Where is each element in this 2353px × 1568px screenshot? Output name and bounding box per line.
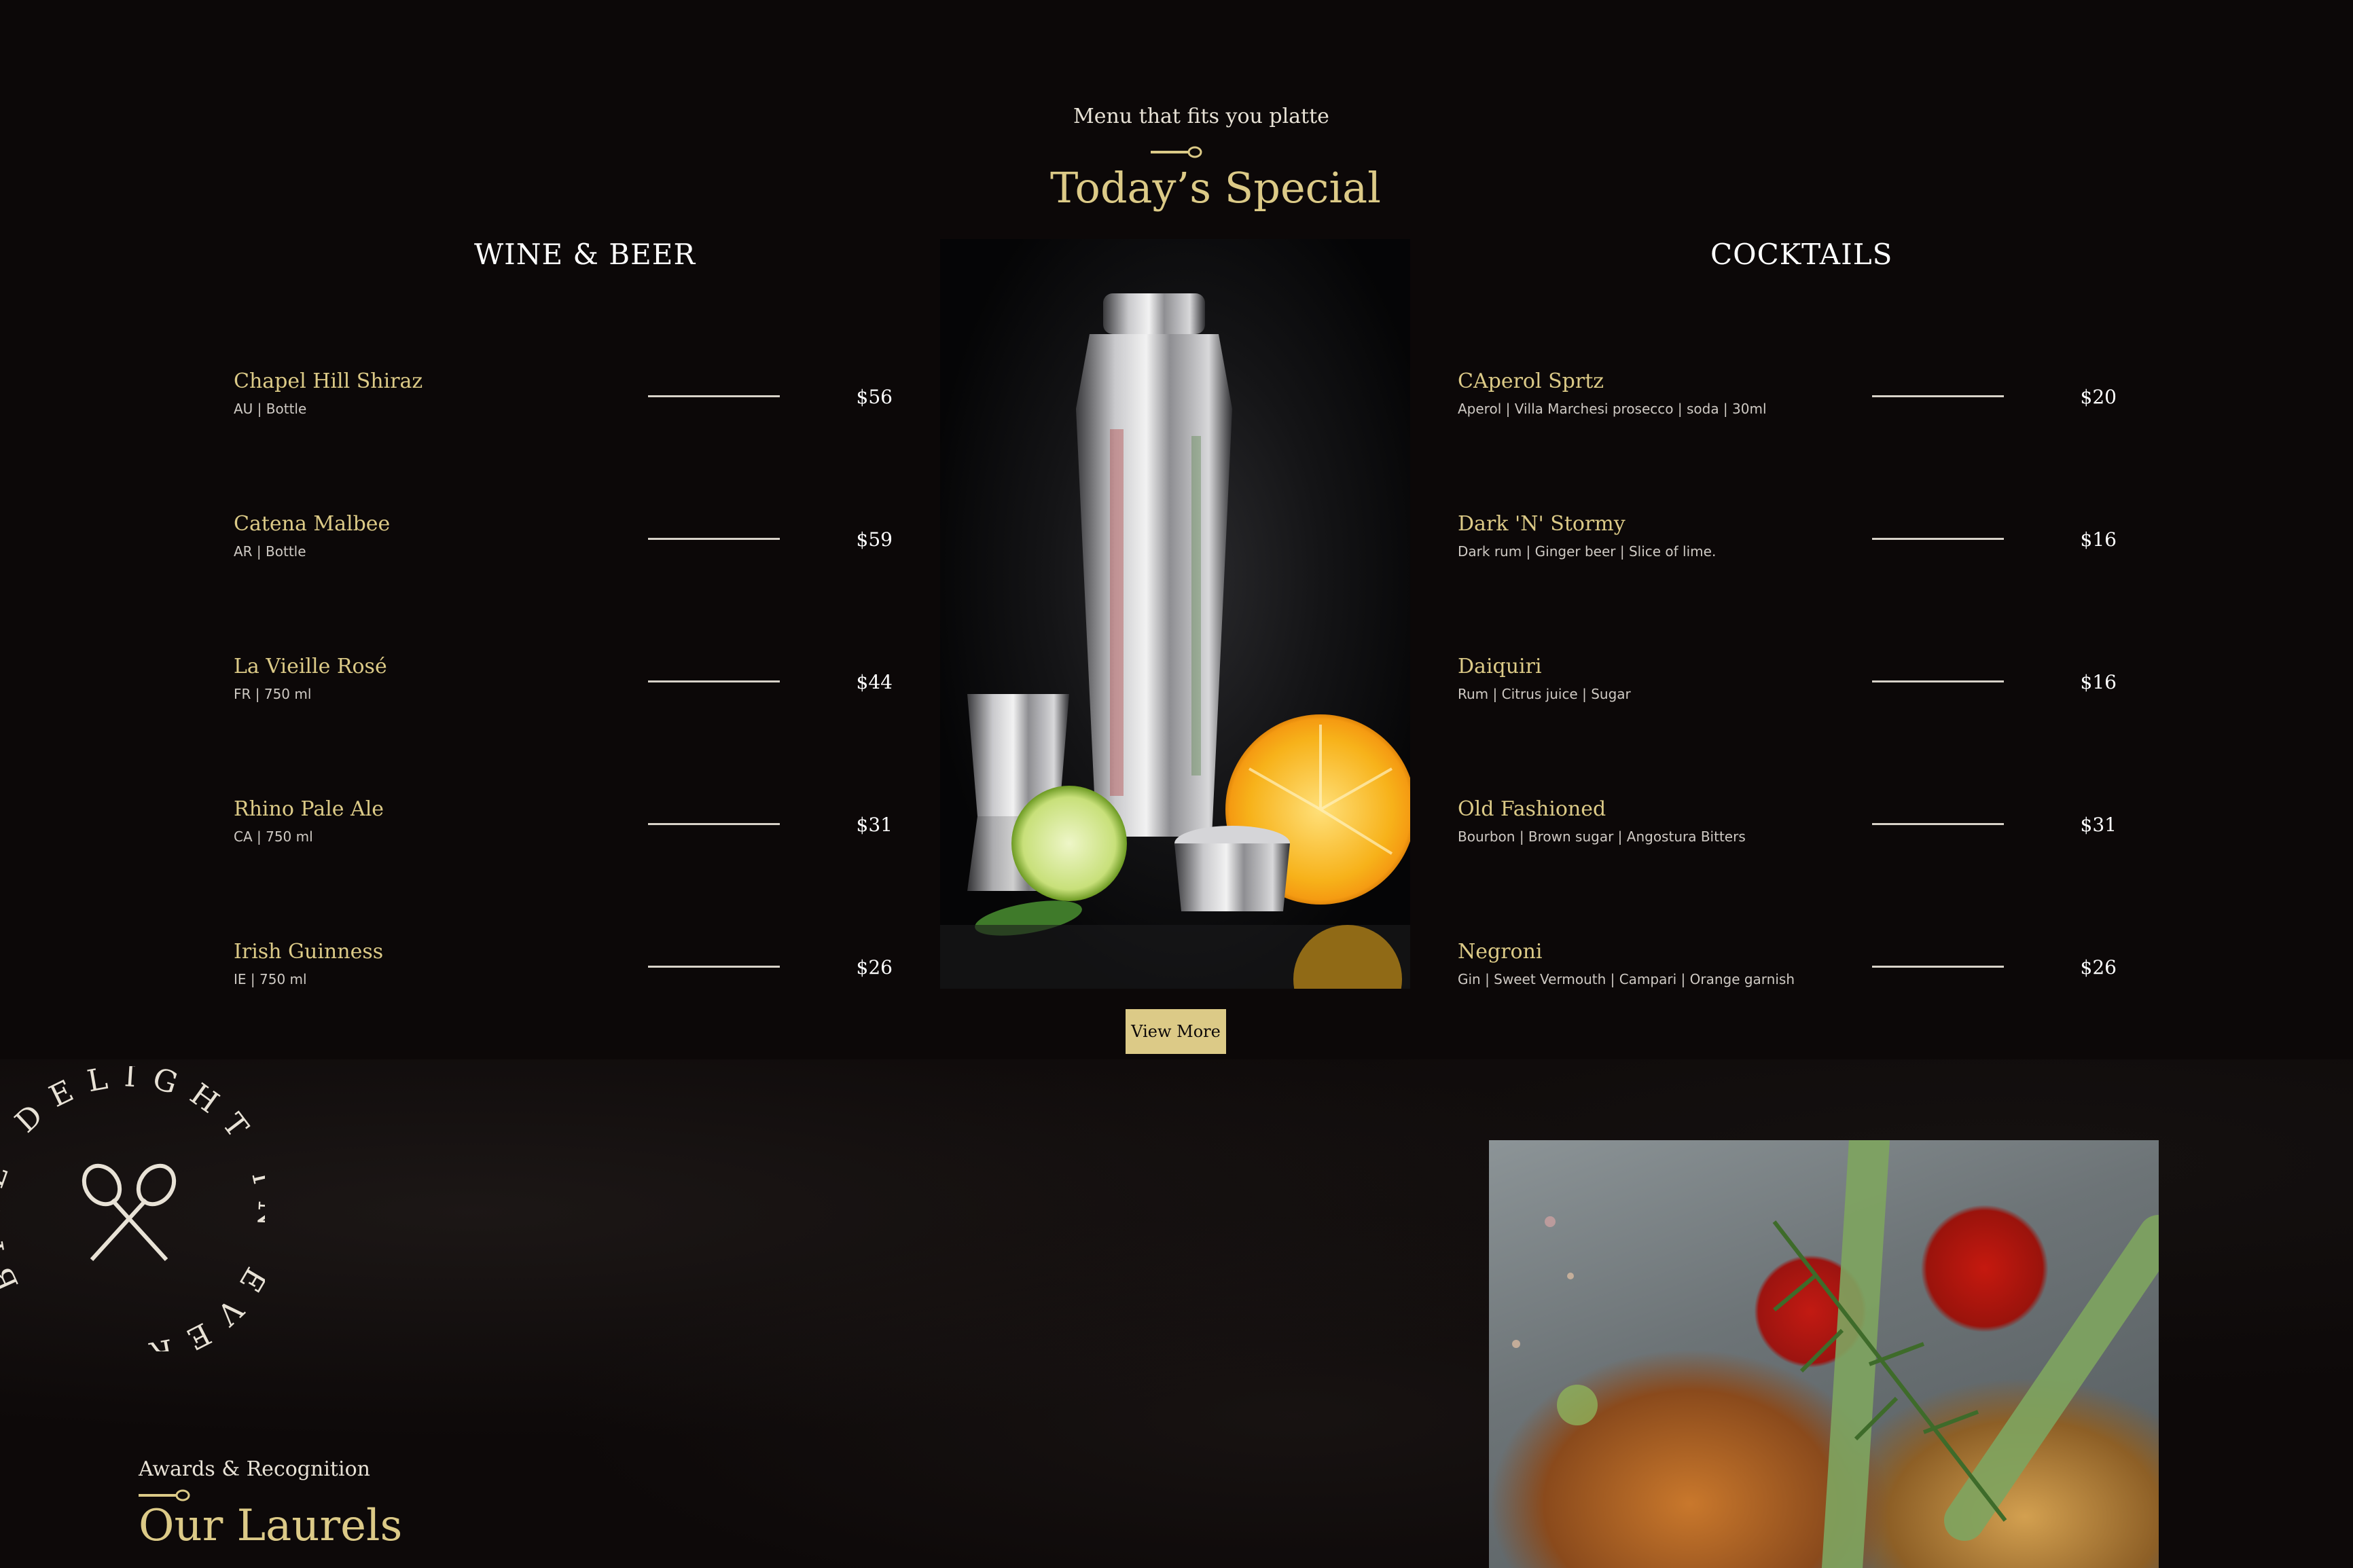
wine-item-tags: AR | Bottle [234, 543, 306, 560]
wine-item-tags: FR | 750 ml [234, 686, 312, 702]
cocktail-shaker-image [940, 239, 1410, 989]
wine-item-name: Irish Guinness [234, 940, 384, 964]
cocktail-item-price: $16 [2080, 528, 2117, 551]
cocktail-item-divider [1872, 395, 2004, 397]
cocktail-item-tags: Dark rum | Ginger beer | Slice of lime. [1458, 543, 1717, 560]
wine-item-price: $44 [856, 671, 893, 693]
wine-item-divider [648, 538, 780, 540]
wine-item-name: Rhino Pale Ale [234, 797, 384, 821]
wine-item-price: $26 [856, 956, 893, 979]
spoon-divider-icon [1151, 146, 1202, 158]
cocktail-item-divider [1872, 823, 2004, 825]
cocktail-item-tags: Gin | Sweet Vermouth | Campari | Orange … [1458, 971, 1795, 987]
food-image [1489, 1140, 2159, 1568]
wine-item-tags: AU | Bottle [234, 401, 307, 417]
cocktails-heading: COCKTAILS [1710, 238, 1893, 271]
wine-item-divider [648, 680, 780, 682]
cocktail-item-divider [1872, 966, 2004, 968]
wine-heading: WINE & BEER [474, 238, 696, 271]
laurels-title: Our Laurels [139, 1501, 403, 1551]
wine-item-name: Catena Malbee [234, 512, 391, 536]
cocktail-item-divider [1872, 680, 2004, 682]
cocktail-item-price: $16 [2080, 671, 2117, 693]
cocktail-item-price: $20 [2080, 386, 2117, 408]
crossed-spoons-icon [82, 1163, 177, 1262]
wine-item-tags: IE | 750 ml [234, 971, 307, 987]
spoon-divider-icon [139, 1489, 190, 1501]
wine-item-tags: CA | 750 ml [234, 828, 313, 845]
menu-title: Today’s Special [1050, 163, 1381, 213]
cocktail-item-tags: Rum | Citrus juice | Sugar [1458, 686, 1631, 702]
cocktail-item-tags: Bourbon | Brown sugar | Angostura Bitter… [1458, 828, 1746, 845]
wine-item-divider [648, 966, 780, 968]
laurels-subtitle: Awards & Recognition [139, 1457, 370, 1481]
cocktail-item-name: Dark 'N' Stormy [1458, 512, 1625, 536]
menu-subtitle: Menu that fits you platte [1073, 105, 1329, 128]
cocktail-item-name: Old Fashioned [1458, 797, 1606, 821]
view-more-button[interactable]: View More [1126, 1009, 1226, 1054]
cocktail-item-name: CAperol Sprtz [1458, 369, 1604, 393]
wine-item-price: $56 [856, 386, 893, 408]
cocktail-item-name: Daiquiri [1458, 655, 1542, 678]
wine-item-price: $59 [856, 528, 893, 551]
cocktail-item-price: $31 [2080, 814, 2117, 836]
wine-item-name: La Vieille Rosé [234, 655, 387, 678]
wine-item-divider [648, 395, 780, 397]
cocktail-item-price: $26 [2080, 956, 2117, 979]
wine-item-price: $31 [856, 814, 893, 836]
cocktail-item-divider [1872, 538, 2004, 540]
cocktail-item-name: Negroni [1458, 940, 1543, 964]
wine-item-name: Chapel Hill Shiraz [234, 369, 423, 393]
cocktail-item-tags: Aperol | Villa Marchesi prosecco | soda … [1458, 401, 1767, 417]
wine-item-divider [648, 823, 780, 825]
